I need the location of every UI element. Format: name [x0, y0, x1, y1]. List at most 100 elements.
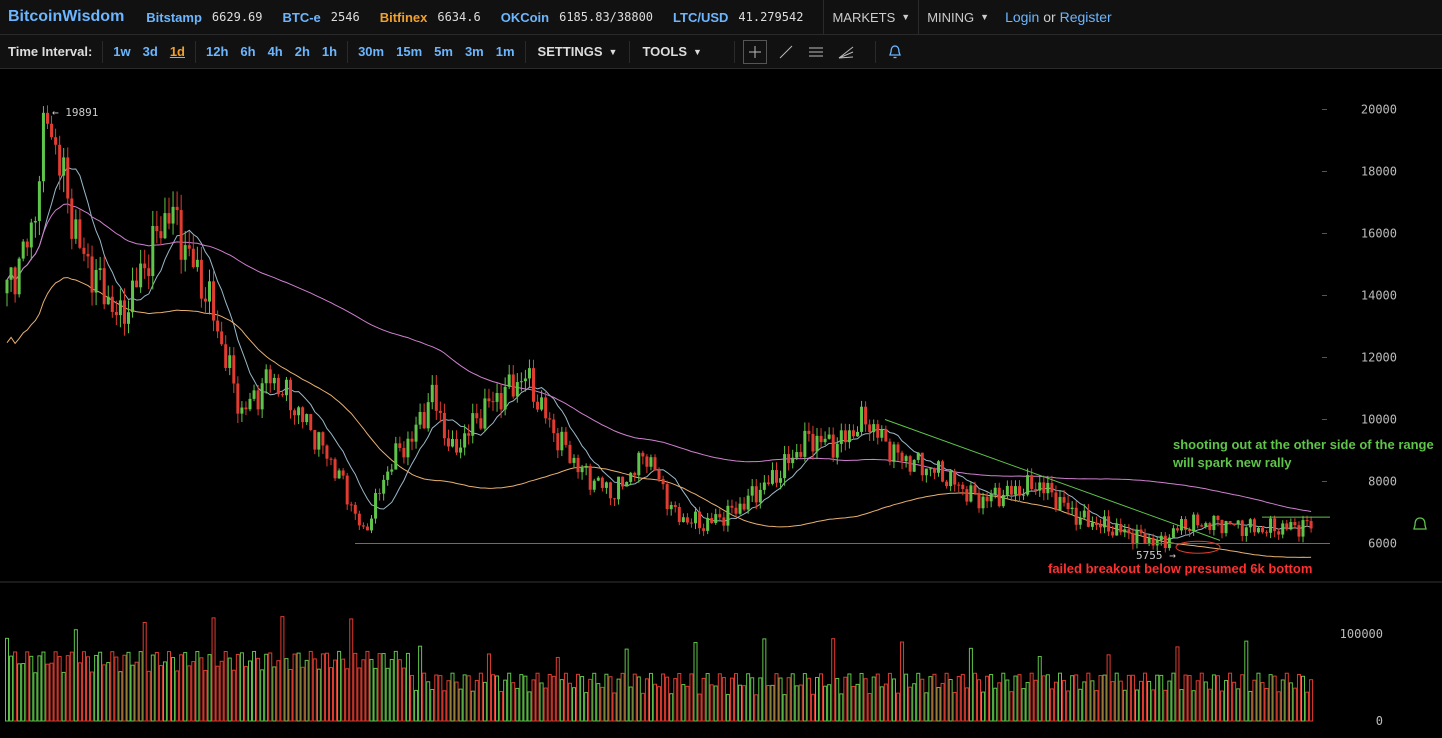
- volume-bar: [1284, 672, 1289, 722]
- interval-1h[interactable]: 1h: [316, 44, 343, 59]
- interval-4h[interactable]: 4h: [262, 44, 289, 59]
- volume-bar: [596, 683, 601, 722]
- candle-body: [33, 220, 37, 223]
- volume-bar: [1195, 680, 1200, 722]
- candle-body: [1167, 537, 1171, 549]
- candle-body: [349, 504, 353, 506]
- volume-bar: [450, 672, 455, 722]
- volume-bar: [102, 664, 107, 722]
- ticker-btc-e[interactable]: BTC-e 2546: [283, 10, 360, 25]
- line-draw-icon[interactable]: [775, 41, 797, 63]
- ticker-bitfinex[interactable]: Bitfinex 6634.6: [380, 10, 481, 25]
- volume-bar: [1106, 654, 1111, 722]
- candle-body: [1208, 523, 1212, 530]
- interval-1m[interactable]: 1m: [490, 44, 521, 59]
- site-logo[interactable]: BitcoinWisdom: [8, 8, 124, 26]
- volume-bar: [77, 662, 82, 722]
- ticker-okcoin[interactable]: OKCoin 6185.83/38800: [501, 10, 653, 25]
- interval-1d[interactable]: 1d: [164, 44, 191, 59]
- volume-bar: [863, 678, 868, 722]
- volume-bar: [859, 672, 864, 722]
- chart-area[interactable]: 20000 18000 16000 14000 12000 10000 8000 6000 10…: [0, 69, 1442, 733]
- volume-bar: [705, 673, 710, 722]
- candle-body: [548, 418, 552, 420]
- candle-body: [633, 472, 637, 476]
- interval-1w[interactable]: 1w: [107, 44, 136, 59]
- candle-body: [1171, 528, 1175, 538]
- candle-body: [637, 452, 641, 476]
- horizontal-lines-icon[interactable]: [805, 41, 827, 63]
- volume-bar: [981, 691, 986, 722]
- volume-bar: [1183, 674, 1188, 722]
- volume-bar: [146, 670, 151, 722]
- interval-5m[interactable]: 5m: [428, 44, 459, 59]
- candle-body: [941, 461, 945, 482]
- candle-body: [961, 484, 965, 490]
- interval-6h[interactable]: 6h: [234, 44, 261, 59]
- register-link[interactable]: Register: [1060, 9, 1112, 25]
- price-alert-icon[interactable]: [1413, 517, 1427, 530]
- candle-body: [694, 511, 697, 524]
- volume-bar: [936, 687, 941, 722]
- volume-bar: [134, 661, 139, 722]
- fan-lines-icon[interactable]: [835, 41, 857, 63]
- volume-bars: [5, 616, 1314, 722]
- moving-averages: [6, 166, 1312, 558]
- volume-bar: [1175, 646, 1180, 722]
- candle-body: [317, 432, 321, 450]
- candle-body: [799, 452, 803, 457]
- ticker-ltc-usd[interactable]: LTC/USD 41.279542: [673, 10, 803, 25]
- interval-2h[interactable]: 2h: [289, 44, 316, 59]
- volume-bar: [960, 673, 965, 722]
- interval-12h[interactable]: 12h: [200, 44, 234, 59]
- volume-bar: [1082, 681, 1087, 722]
- interval-3m[interactable]: 3m: [459, 44, 490, 59]
- candle-body: [754, 486, 758, 503]
- candle-body: [82, 247, 86, 254]
- volume-bar: [130, 664, 135, 722]
- mining-label: MINING: [927, 9, 975, 25]
- interval-30m[interactable]: 30m: [352, 44, 390, 59]
- candle-body: [937, 461, 940, 473]
- volume-bar: [511, 682, 516, 722]
- login-link[interactable]: Login: [1005, 9, 1039, 25]
- bell-icon[interactable]: [884, 41, 906, 63]
- price-chart[interactable]: 20000 18000 16000 14000 12000 10000 8000 6000 10…: [0, 69, 1442, 733]
- candle-body: [1277, 531, 1281, 535]
- tools-dropdown[interactable]: TOOLS ▼: [629, 40, 713, 63]
- candle-body: [1216, 515, 1220, 521]
- candle-body: [1285, 523, 1289, 530]
- candle-body: [179, 210, 183, 260]
- candle-body: [880, 429, 884, 438]
- volume-bar: [1264, 688, 1269, 722]
- volume-bar: [1309, 679, 1314, 722]
- markets-menu[interactable]: MARKETS ▼: [823, 0, 918, 34]
- candle-body: [248, 398, 252, 410]
- volume-bar: [442, 690, 447, 722]
- interval-3d[interactable]: 3d: [137, 44, 164, 59]
- volume-bar: [389, 659, 394, 722]
- candle-body: [264, 369, 268, 384]
- mining-menu[interactable]: MINING ▼: [918, 0, 997, 34]
- volume-bar: [1301, 675, 1305, 722]
- interval-15m[interactable]: 15m: [390, 44, 428, 59]
- crosshair-icon[interactable]: [742, 39, 767, 64]
- candle-body: [1139, 529, 1143, 534]
- volume-bar: [612, 692, 617, 722]
- candle-body: [313, 430, 317, 450]
- ticker-exchange: BTC-e: [282, 9, 321, 25]
- candle-body: [908, 456, 912, 472]
- candle-body: [564, 431, 568, 445]
- volume-bar: [29, 655, 34, 722]
- candle-body: [1269, 518, 1273, 533]
- candle-body: [1054, 492, 1058, 511]
- volume-bar: [1078, 688, 1083, 722]
- ticker-bitstamp[interactable]: Bitstamp 6629.69: [146, 10, 262, 25]
- candle-body: [645, 456, 649, 467]
- volume-bar: [482, 681, 487, 722]
- settings-dropdown[interactable]: SETTINGS ▼: [524, 40, 630, 63]
- volume-bar: [758, 677, 763, 722]
- candle-body: [1220, 520, 1224, 534]
- volume-bar: [750, 677, 755, 722]
- volume-bar: [636, 676, 641, 722]
